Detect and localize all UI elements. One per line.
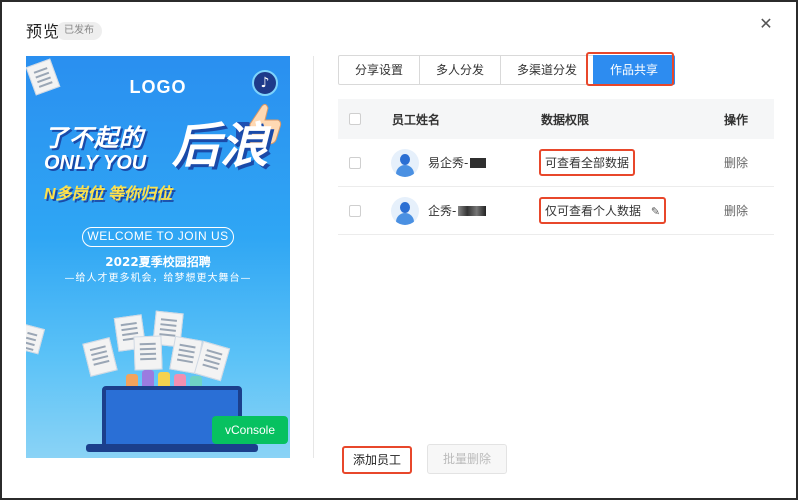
permission-cell: 仅可查看个人数据 ✎ bbox=[539, 187, 667, 234]
music-icon[interactable]: ♪ bbox=[252, 70, 278, 96]
edit-pencil-icon[interactable]: ✎ bbox=[651, 205, 660, 218]
row-checkbox[interactable] bbox=[349, 204, 361, 217]
action-cell: 删除 bbox=[724, 187, 748, 234]
table-row: 企秀- 仅可查看个人数据 ✎ 删除 bbox=[338, 187, 774, 235]
avatar bbox=[391, 196, 419, 225]
employee-name: 企秀- bbox=[428, 204, 457, 218]
permission-select[interactable]: 可查看全部数据 bbox=[539, 149, 636, 176]
preview-dialog: 预览 已发布 ✕ LOGO ♪ 了不起的 ONLY YOU 后浪 N多岗位 等你… bbox=[0, 0, 798, 500]
close-icon[interactable]: ✕ bbox=[756, 14, 776, 34]
resume-paper-icon bbox=[133, 335, 163, 371]
poster-headline-2: ONLY YOU bbox=[44, 152, 147, 174]
select-all-checkbox[interactable] bbox=[349, 113, 361, 125]
add-employee-button[interactable]: 添加员工 bbox=[342, 446, 412, 474]
tab-multi-channel[interactable]: 多渠道分发 bbox=[500, 55, 595, 85]
select-all-cell bbox=[349, 99, 361, 139]
table-row: 易企秀- 可查看全部数据 删除 bbox=[338, 139, 774, 187]
batch-delete-button[interactable]: 批量删除 bbox=[427, 444, 507, 474]
permission-cell: 可查看全部数据 bbox=[539, 139, 636, 186]
poster-logo: LOGO bbox=[129, 77, 187, 97]
vconsole-button[interactable]: vConsole bbox=[212, 416, 288, 444]
redacted-text bbox=[458, 205, 487, 216]
row-select-cell bbox=[349, 139, 361, 186]
poster-headline-big: 后浪 bbox=[172, 118, 269, 174]
poster-headline-1: 了不起的 bbox=[44, 125, 144, 152]
redacted-text bbox=[470, 157, 487, 168]
row-checkbox[interactable] bbox=[349, 156, 361, 169]
tab-share-settings[interactable]: 分享设置 bbox=[338, 55, 421, 85]
welcome-pill: WELCOME TO JOIN US bbox=[82, 227, 234, 247]
poster-preview: LOGO ♪ 了不起的 ONLY YOU 后浪 N多岗位 等你归位 WELCOM… bbox=[26, 56, 290, 458]
status-badge: 已发布 bbox=[56, 22, 102, 40]
row-select-cell bbox=[349, 187, 361, 234]
poster-subtitle: 2022夏季校园招聘 bbox=[105, 255, 211, 269]
tab-bar: 分享设置 多人分发 多渠道分发 作品共享 bbox=[338, 55, 676, 85]
laptop-base bbox=[86, 444, 258, 452]
permission-select[interactable]: 仅可查看个人数据 ✎ bbox=[539, 197, 667, 224]
employee-name: 易企秀- bbox=[428, 156, 469, 170]
poster-slogan: —给人才更多机会，给梦想更大舞台— bbox=[64, 273, 252, 284]
resume-paper-icon bbox=[82, 337, 118, 377]
divider bbox=[313, 56, 314, 458]
header-name: 员工姓名 bbox=[392, 112, 441, 127]
employee-cell: 企秀- bbox=[391, 187, 487, 234]
tab-work-share[interactable]: 作品共享 bbox=[593, 55, 676, 85]
avatar bbox=[391, 148, 419, 177]
resume-paper-icon bbox=[26, 323, 45, 355]
delete-link[interactable]: 删除 bbox=[724, 154, 748, 171]
tab-multi-distribute[interactable]: 多人分发 bbox=[419, 55, 502, 85]
poster-headline-3: N多岗位 等你归位 bbox=[44, 186, 173, 203]
table-header: 员工姓名 数据权限 操作 bbox=[338, 99, 774, 139]
employee-table: 员工姓名 数据权限 操作 易企秀- 可查看全部数据 删除 企秀- 仅可查看个人数… bbox=[338, 99, 774, 235]
employee-cell: 易企秀- bbox=[391, 139, 487, 186]
header-permission: 数据权限 bbox=[541, 112, 590, 127]
permission-label: 仅可查看个人数据 bbox=[545, 204, 642, 218]
delete-link[interactable]: 删除 bbox=[724, 202, 748, 219]
dialog-title: 预览 bbox=[26, 22, 61, 41]
header-action: 操作 bbox=[724, 112, 749, 127]
permission-label: 可查看全部数据 bbox=[545, 156, 630, 170]
action-cell: 删除 bbox=[724, 139, 748, 186]
